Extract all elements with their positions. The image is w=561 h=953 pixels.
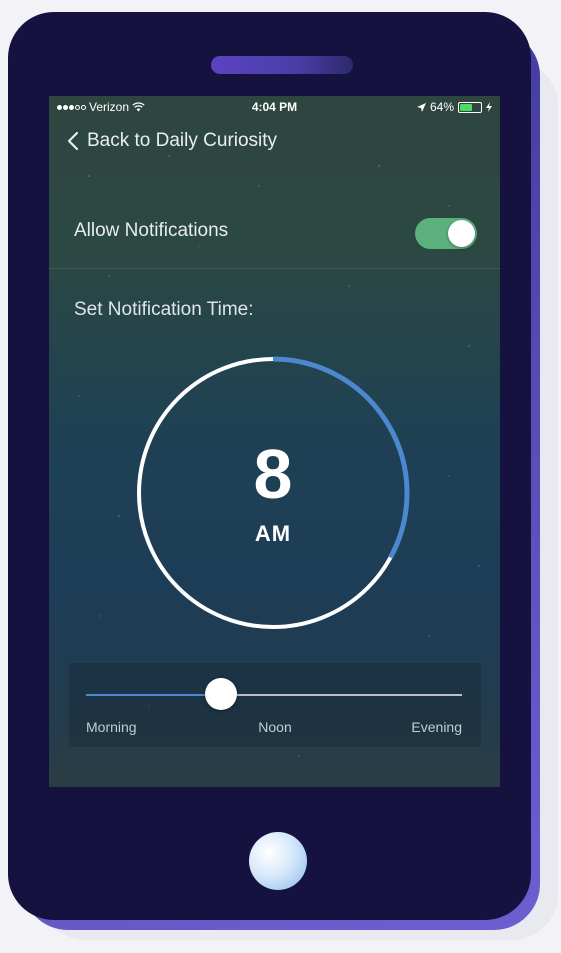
status-left: Verizon	[57, 100, 145, 114]
slider-fill	[86, 694, 222, 696]
chevron-left-icon	[67, 131, 79, 151]
battery-level-fill	[460, 103, 472, 111]
app-screen: Verizon 4:04 PM 64% Back to Daily Curios…	[49, 96, 500, 787]
signal-dot	[57, 104, 62, 110]
battery-percent: 64%	[429, 100, 454, 114]
phone-speaker	[211, 56, 353, 74]
dial-hour: 8	[253, 435, 293, 513]
signal-strength-icon	[57, 104, 86, 110]
allow-notifications-label: Allow Notifications	[74, 220, 229, 241]
signal-dot	[69, 104, 74, 110]
signal-dot	[75, 104, 80, 110]
battery-icon	[458, 101, 482, 113]
signal-dot	[81, 104, 86, 110]
signal-dot	[63, 104, 68, 110]
slider-label-evening: Evening	[411, 719, 462, 735]
slider-thumb[interactable]	[205, 678, 238, 710]
wifi-icon	[132, 102, 145, 112]
allow-notifications-toggle[interactable]	[415, 218, 477, 249]
set-notification-time-label: Set Notification Time:	[74, 299, 254, 320]
allow-notifications-row: Allow Notifications	[49, 206, 500, 269]
time-of-day-slider[interactable]	[86, 678, 462, 710]
charging-bolt-icon	[486, 102, 492, 112]
back-button[interactable]: Back to Daily Curiosity	[67, 130, 277, 152]
carrier-name: Verizon	[89, 100, 130, 114]
back-button-label: Back to Daily Curiosity	[87, 130, 278, 151]
status-bar: Verizon 4:04 PM 64%	[49, 96, 500, 118]
toggle-knob	[448, 220, 475, 247]
status-right: 64%	[416, 100, 492, 114]
home-button[interactable]	[249, 832, 307, 890]
time-of-day-slider-panel: Morning Noon Evening	[69, 663, 481, 747]
dial-ampm: AM	[254, 521, 292, 546]
location-arrow-icon	[416, 102, 426, 112]
notification-time-dial[interactable]: 8 AM	[135, 355, 411, 631]
